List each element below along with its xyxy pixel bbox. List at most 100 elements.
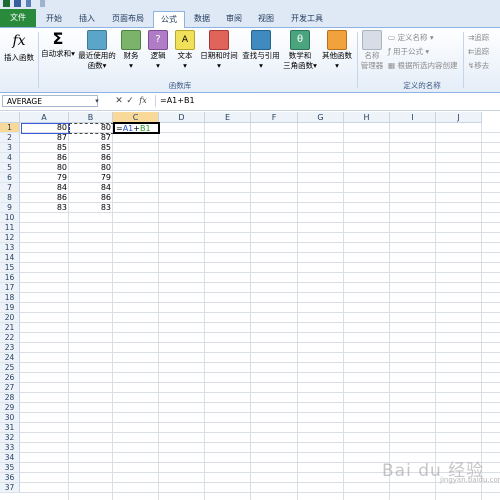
tab-home[interactable]: 开始 [40, 11, 68, 26]
more-functions-button[interactable]: 其他函数 ▾ [319, 30, 355, 71]
name-box[interactable]: AVERAGE [2, 95, 98, 107]
trace-dependents-button[interactable]: ⇇追踪 [468, 46, 489, 57]
row-header[interactable]: 11 [0, 223, 20, 233]
column-header[interactable]: J [436, 112, 482, 123]
fx-icon[interactable]: fx [138, 95, 148, 107]
logical-button[interactable]: ? 逻辑 ▾ [146, 30, 170, 71]
tab-page-layout[interactable]: 页面布局 [106, 11, 150, 26]
row-header[interactable]: 14 [0, 253, 20, 263]
row-header[interactable]: 21 [0, 323, 20, 333]
tab-data[interactable]: 数据 [188, 11, 216, 26]
cell-b8[interactable]: 86 [69, 193, 113, 203]
define-name-button[interactable]: ▭ 定义名称 ▾ [388, 32, 434, 43]
insert-function-button[interactable]: fx 插入函数 [2, 30, 36, 63]
row-header[interactable]: 12 [0, 233, 20, 243]
cell-a9[interactable]: 83 [20, 203, 69, 213]
tab-formulas[interactable]: 公式 [153, 11, 185, 28]
cell-b2[interactable]: 87 [69, 133, 113, 143]
cell-b7[interactable]: 84 [69, 183, 113, 193]
row-header[interactable]: 29 [0, 403, 20, 413]
row-header[interactable]: 2 [0, 133, 20, 143]
row-header[interactable]: 36 [0, 473, 20, 483]
math-trig-button[interactable]: θ 数学和 三角函数▾ [282, 30, 318, 71]
column-header[interactable]: H [344, 112, 390, 123]
row-header[interactable]: 28 [0, 393, 20, 403]
row-header[interactable]: 10 [0, 213, 20, 223]
row-header[interactable]: 9 [0, 203, 20, 213]
cell-b9[interactable]: 83 [69, 203, 113, 213]
row-header[interactable]: 22 [0, 333, 20, 343]
row-header[interactable]: 4 [0, 153, 20, 163]
tab-developer[interactable]: 开发工具 [285, 11, 329, 26]
create-from-selection-button[interactable]: ▦ 根据所选内容创建 [388, 60, 457, 71]
tab-insert[interactable]: 插入 [72, 11, 102, 26]
cell-b5[interactable]: 80 [69, 163, 113, 173]
row-header[interactable]: 18 [0, 293, 20, 303]
undo-icon[interactable] [26, 0, 31, 7]
row-header[interactable]: 34 [0, 453, 20, 463]
cell-a6[interactable]: 79 [20, 173, 69, 183]
name-manager-button[interactable]: 名称 管理器 [359, 30, 385, 71]
row-header[interactable]: 37 [0, 483, 20, 493]
row-header[interactable]: 30 [0, 413, 20, 423]
lookup-button[interactable]: 查找与引用 ▾ [240, 30, 282, 71]
column-header[interactable]: D [159, 112, 205, 123]
name-box-dropdown-icon[interactable]: ▾ [92, 95, 102, 107]
use-in-formula-button[interactable]: ƒ 用于公式 ▾ [388, 46, 429, 57]
row-header[interactable]: 8 [0, 193, 20, 203]
row-header[interactable]: 15 [0, 263, 20, 273]
tab-review[interactable]: 审阅 [220, 11, 248, 26]
cell-b6[interactable]: 79 [69, 173, 113, 183]
trace-precedents-button[interactable]: ⇉追踪 [468, 32, 489, 43]
row-header[interactable]: 19 [0, 303, 20, 313]
row-header[interactable]: 23 [0, 343, 20, 353]
column-header[interactable]: F [251, 112, 298, 123]
row-header[interactable]: 16 [0, 273, 20, 283]
autosum-button[interactable]: Σ 自动求和▾ [40, 30, 76, 59]
recent-functions-button[interactable]: 最近使用的 函数▾ [77, 30, 117, 71]
cell-a3[interactable]: 85 [20, 143, 69, 153]
cell-b3[interactable]: 85 [69, 143, 113, 153]
cell-a4[interactable]: 86 [20, 153, 69, 163]
column-header[interactable]: E [205, 112, 251, 123]
row-header[interactable]: 7 [0, 183, 20, 193]
column-header[interactable]: A [20, 112, 69, 123]
row-header[interactable]: 25 [0, 363, 20, 373]
row-header[interactable]: 27 [0, 383, 20, 393]
excel-icon[interactable] [3, 0, 10, 7]
cell-b4[interactable]: 86 [69, 153, 113, 163]
row-header[interactable]: 17 [0, 283, 20, 293]
row-header[interactable]: 13 [0, 243, 20, 253]
row-header[interactable]: 26 [0, 373, 20, 383]
save-icon[interactable] [14, 0, 21, 7]
row-header[interactable]: 20 [0, 313, 20, 323]
select-all-corner[interactable] [0, 112, 20, 123]
cell-a8[interactable]: 86 [20, 193, 69, 203]
cell-a7[interactable]: 84 [20, 183, 69, 193]
formula-input[interactable]: =A1+B1 [155, 95, 500, 107]
cell-a5[interactable]: 80 [20, 163, 69, 173]
row-header[interactable]: 6 [0, 173, 20, 183]
row-header[interactable]: 1 [0, 123, 20, 133]
column-header[interactable]: G [298, 112, 344, 123]
tab-view[interactable]: 视图 [252, 11, 280, 26]
row-header[interactable]: 32 [0, 433, 20, 443]
cell-a2[interactable]: 87 [20, 133, 69, 143]
column-header[interactable]: I [390, 112, 436, 123]
redo-icon[interactable] [40, 0, 45, 7]
row-header[interactable]: 33 [0, 443, 20, 453]
row-header[interactable]: 31 [0, 423, 20, 433]
row-header[interactable]: 24 [0, 353, 20, 363]
enter-icon[interactable]: ✓ [125, 95, 135, 107]
tab-file[interactable]: 文件 [0, 9, 36, 27]
date-time-button[interactable]: 日期和时间 ▾ [198, 30, 240, 71]
active-cell-c1[interactable]: =A1+B1 [113, 122, 160, 134]
cancel-icon[interactable]: ✕ [114, 95, 124, 107]
text-button[interactable]: A 文本 ▾ [173, 30, 197, 71]
row-header[interactable]: 35 [0, 463, 20, 473]
row-header[interactable]: 3 [0, 143, 20, 153]
column-header[interactable]: B [69, 112, 113, 123]
financial-button[interactable]: 财务 ▾ [119, 30, 143, 71]
row-header[interactable]: 5 [0, 163, 20, 173]
remove-arrows-button[interactable]: ↯移去 [468, 60, 489, 71]
